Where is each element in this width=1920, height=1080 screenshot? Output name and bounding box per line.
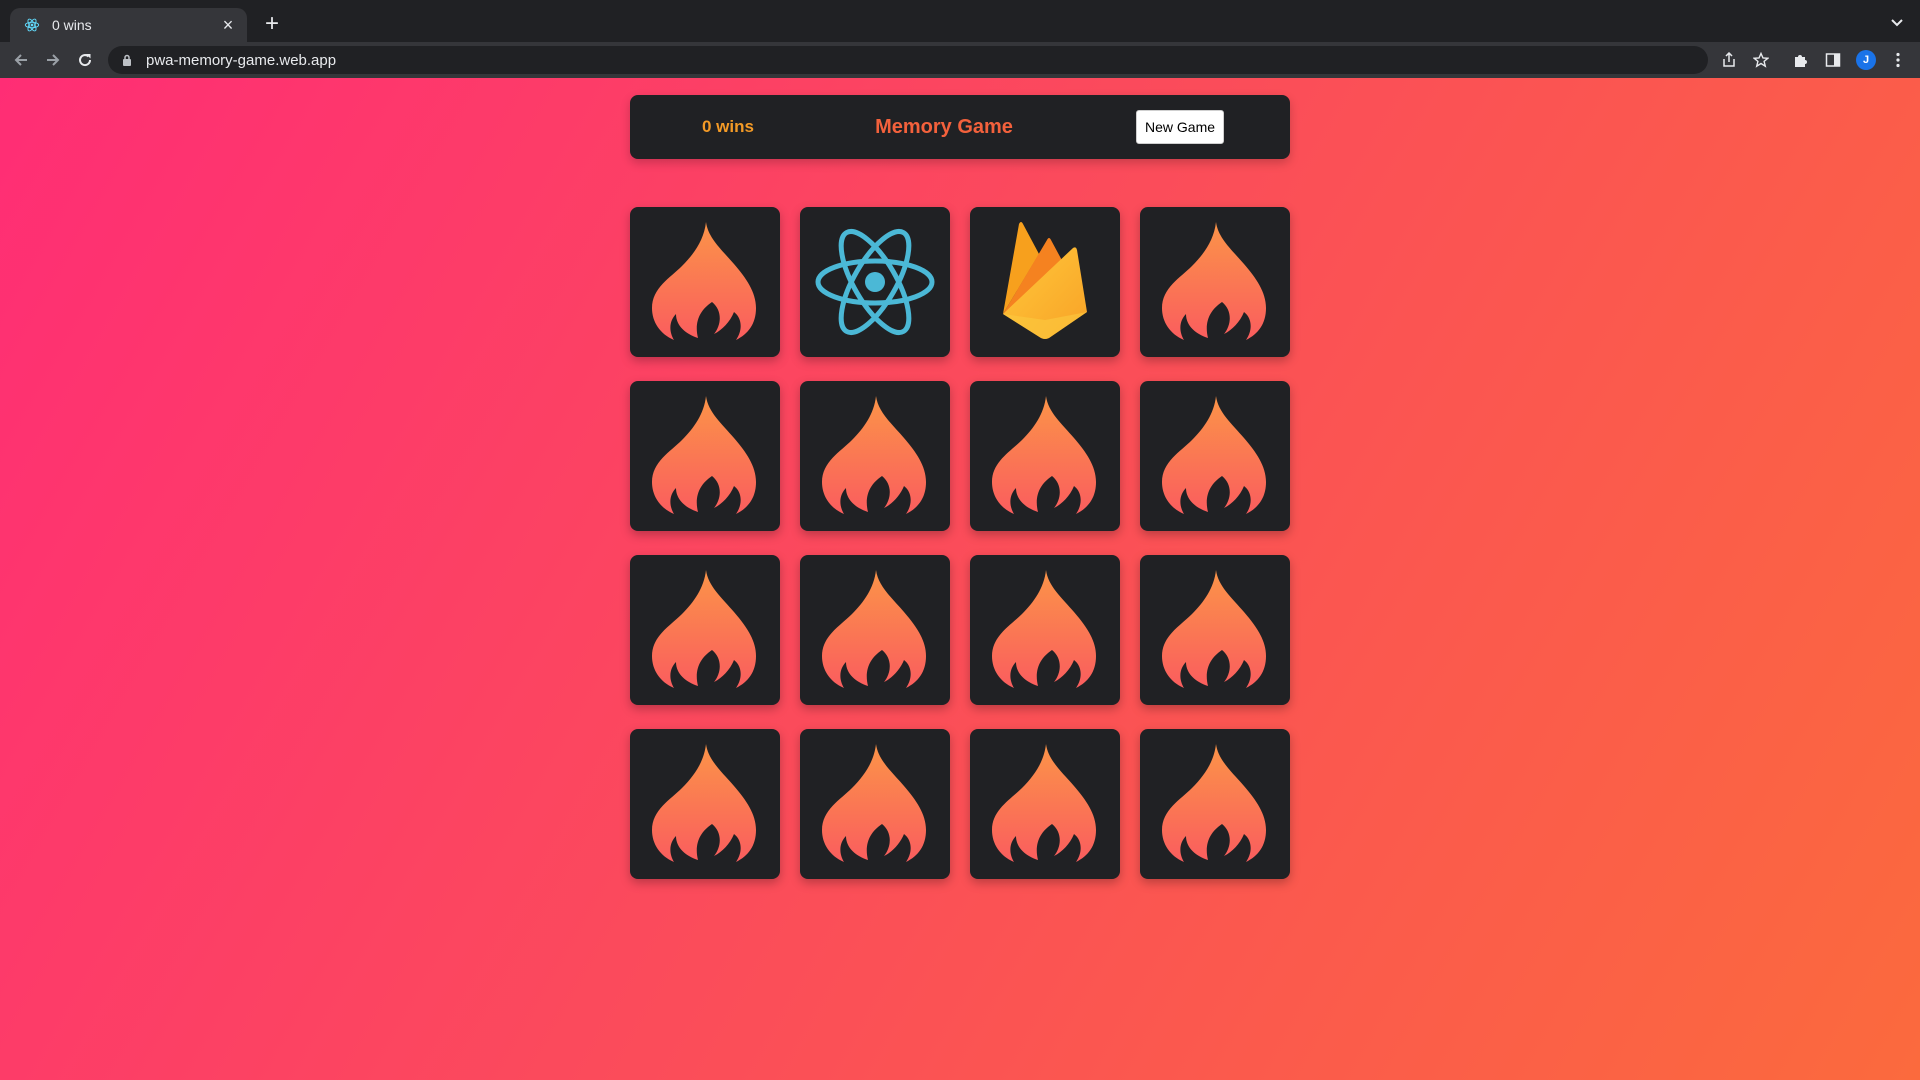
- memory-card[interactable]: [800, 207, 950, 357]
- share-icon[interactable]: [1719, 50, 1739, 70]
- reload-icon[interactable]: [74, 49, 96, 71]
- flame-icon: [986, 742, 1104, 866]
- flame-icon: [646, 742, 764, 866]
- tab-title: 0 wins: [52, 17, 92, 33]
- url-text: pwa-memory-game.web.app: [146, 51, 337, 69]
- flame-icon: [1156, 568, 1274, 692]
- kebab-menu-icon[interactable]: [1888, 50, 1908, 70]
- lock-icon[interactable]: [122, 53, 134, 67]
- new-tab-icon[interactable]: +: [260, 12, 284, 36]
- address-bar[interactable]: pwa-memory-game.web.app: [108, 46, 1708, 74]
- memory-card[interactable]: [1140, 555, 1290, 705]
- memory-card[interactable]: [970, 555, 1120, 705]
- flame-icon: [986, 394, 1104, 518]
- back-arrow-icon[interactable]: [10, 49, 32, 71]
- flame-icon: [646, 394, 764, 518]
- memory-card[interactable]: [630, 381, 780, 531]
- side-panel-icon[interactable]: [1823, 50, 1843, 70]
- memory-card[interactable]: [1140, 381, 1290, 531]
- browser-toolbar: pwa-memory-game.web.app J: [0, 42, 1920, 78]
- page-title: Memory Game: [875, 116, 1013, 138]
- memory-card[interactable]: [630, 207, 780, 357]
- flame-icon: [1156, 220, 1274, 344]
- game-header: 0 wins Memory Game New Game: [630, 95, 1290, 159]
- memory-card[interactable]: [630, 729, 780, 879]
- flame-icon: [1156, 394, 1274, 518]
- flame-icon: [816, 568, 934, 692]
- wins-counter: 0 wins: [702, 117, 754, 136]
- new-game-button[interactable]: New Game: [1136, 110, 1225, 144]
- firebase-icon: [1001, 220, 1089, 344]
- memory-card[interactable]: [1140, 729, 1290, 879]
- flame-icon: [986, 568, 1104, 692]
- flame-icon: [1156, 742, 1274, 866]
- memory-card[interactable]: [970, 729, 1120, 879]
- memory-card[interactable]: [630, 555, 780, 705]
- memory-card[interactable]: [800, 729, 950, 879]
- flame-icon: [646, 568, 764, 692]
- flame-icon: [816, 742, 934, 866]
- forward-arrow-icon[interactable]: [42, 49, 64, 71]
- memory-card[interactable]: [970, 207, 1120, 357]
- bookmark-star-icon[interactable]: [1751, 50, 1771, 70]
- browser-tabstrip: 0 wins × +: [0, 0, 1920, 42]
- memory-card[interactable]: [800, 555, 950, 705]
- tab-close-icon[interactable]: ×: [219, 16, 237, 34]
- react-favicon-icon: [24, 17, 40, 33]
- memory-card[interactable]: [970, 381, 1120, 531]
- flame-icon: [816, 394, 934, 518]
- react-icon: [814, 228, 936, 336]
- flame-icon: [646, 220, 764, 344]
- memory-card[interactable]: [800, 381, 950, 531]
- profile-avatar[interactable]: J: [1856, 50, 1876, 70]
- tab-search-chevron-icon[interactable]: [1890, 16, 1904, 28]
- page-viewport: 0 wins Memory Game New Game: [0, 78, 1920, 1080]
- memory-card[interactable]: [1140, 207, 1290, 357]
- extensions-puzzle-icon[interactable]: [1791, 50, 1811, 70]
- browser-tab[interactable]: 0 wins ×: [10, 8, 247, 42]
- card-grid: [630, 207, 1290, 879]
